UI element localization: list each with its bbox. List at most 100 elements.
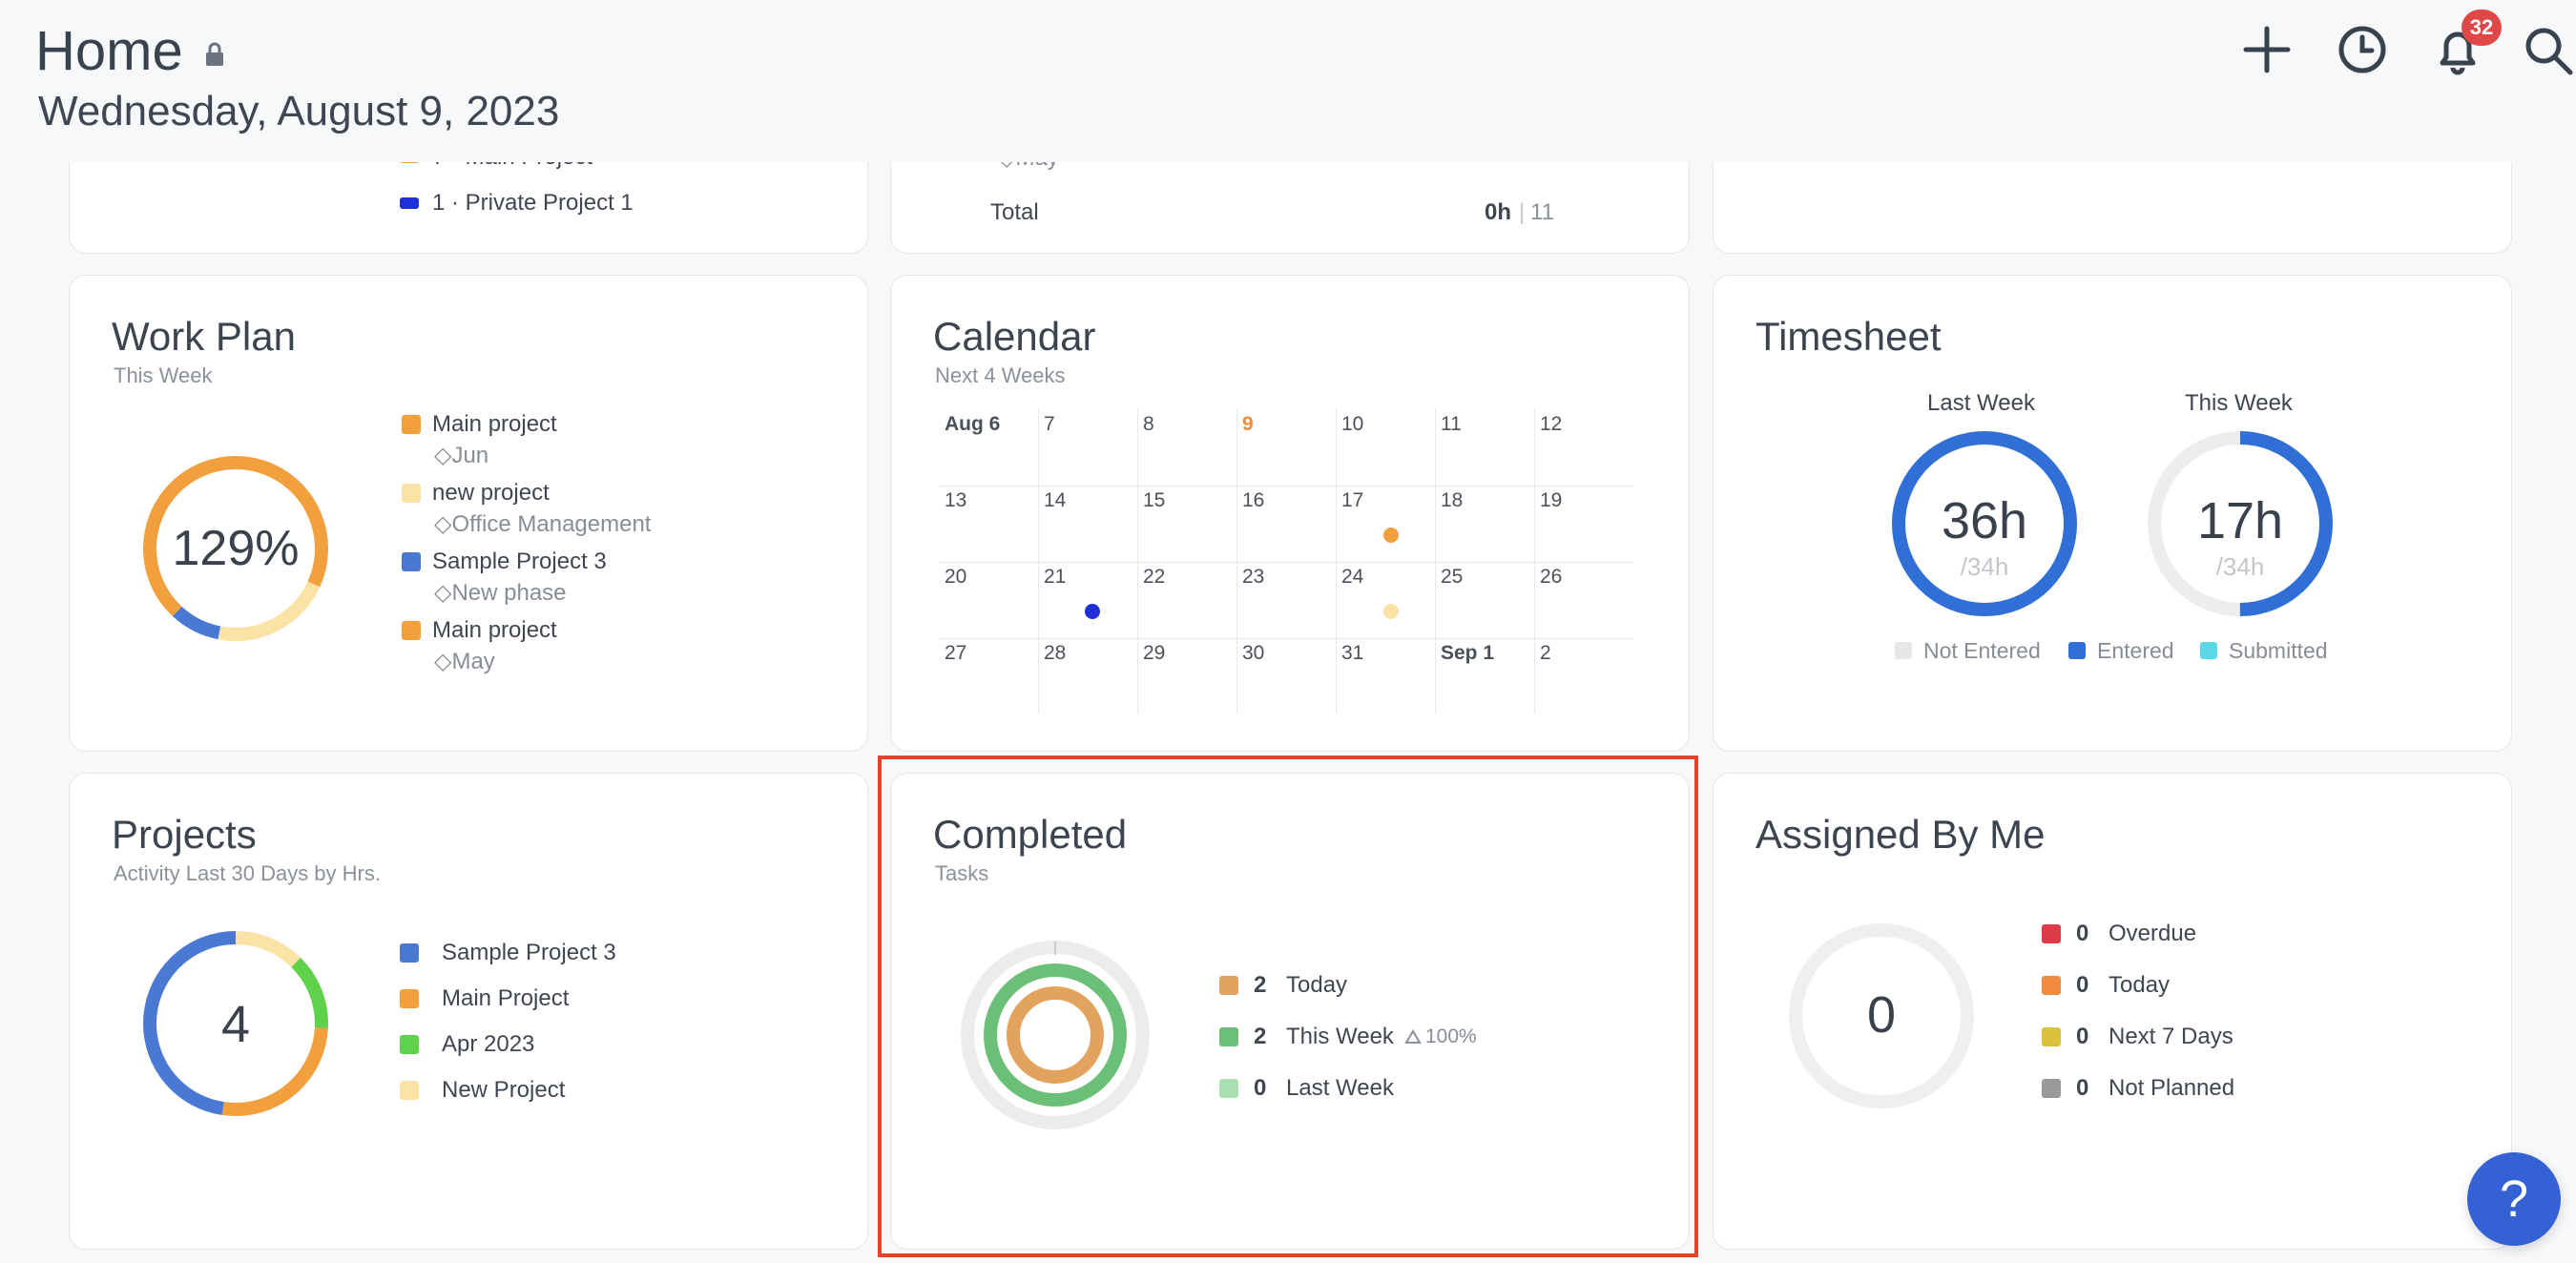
calendar-day[interactable]: 28 xyxy=(1044,642,1066,665)
legend-label[interactable]: Sample Project 3 xyxy=(432,549,607,575)
calendar-day[interactable]: 17 xyxy=(1341,489,1363,512)
card-title: Timesheet xyxy=(1755,314,1942,359)
work-plan-percent: 129% xyxy=(172,521,300,576)
not-planned-label[interactable]: Not Planned xyxy=(2109,1075,2234,1102)
event-dot[interactable] xyxy=(1383,604,1399,619)
legend-swatch xyxy=(2042,976,2061,995)
calendar-day[interactable]: 13 xyxy=(945,489,966,512)
help-button[interactable]: ? xyxy=(2467,1152,2561,1246)
event-dot[interactable] xyxy=(1085,604,1100,619)
legend-phase: ◇Jun xyxy=(434,443,489,468)
legend-label[interactable]: Main Project xyxy=(442,985,569,1012)
overdue-count: 0 xyxy=(2076,921,2089,946)
calendar-day[interactable]: 31 xyxy=(1341,642,1363,665)
last-week-label: Last Week xyxy=(1927,390,2035,416)
notification-badge: 32 xyxy=(2462,10,2502,46)
this-week-label: This Week xyxy=(2185,390,2293,416)
calendar-day[interactable]: 18 xyxy=(1441,489,1463,512)
calendar-day[interactable]: 25 xyxy=(1441,566,1463,589)
calendar-day[interactable]: 22 xyxy=(1143,566,1165,589)
legend-swatch xyxy=(402,484,421,503)
calendar-row-divider xyxy=(939,486,1633,487)
event-dot[interactable] xyxy=(1383,528,1399,543)
calendar-day[interactable]: 8 xyxy=(1143,413,1154,436)
selection-highlight xyxy=(878,756,1698,1257)
calendar-day[interactable]: 21 xyxy=(1044,566,1066,589)
calendar-row-divider xyxy=(939,562,1633,563)
calendar-day[interactable]: 27 xyxy=(945,642,966,665)
projects-card[interactable]: Projects Activity Last 30 Days by Hrs. 4… xyxy=(69,773,868,1250)
card-subtitle: Next 4 Weeks xyxy=(935,363,1066,387)
calendar-day[interactable]: 15 xyxy=(1143,489,1165,512)
legend-label[interactable]: Main project xyxy=(432,617,557,644)
legend-not-entered: Not Entered xyxy=(1923,638,2041,663)
legend-swatch xyxy=(402,552,421,571)
legend-swatch xyxy=(402,621,421,640)
calendar-day[interactable]: 2 xyxy=(1540,642,1551,665)
plus-icon[interactable] xyxy=(2238,21,2296,78)
calendar-day[interactable]: 14 xyxy=(1044,489,1066,512)
legend-label[interactable]: Apr 2023 xyxy=(442,1031,534,1058)
legend-phase: ◇Office Management xyxy=(434,511,652,537)
card-subtitle: Activity Last 30 Days by Hrs. xyxy=(114,861,381,885)
legend-swatch xyxy=(400,943,419,963)
legend-swatch xyxy=(2200,642,2217,659)
timesheet-card[interactable]: Timesheet Last Week 36h /34h This Week 1… xyxy=(1713,275,2512,752)
card-title: Projects xyxy=(112,812,257,857)
calendar-day[interactable]: 26 xyxy=(1540,566,1562,589)
legend-swatch xyxy=(400,197,419,209)
calendar-card[interactable]: Calendar Next 4 Weeks Aug 6 7 8 9 10 11 12 13 14… xyxy=(890,275,1690,752)
legend-label[interactable]: New Project xyxy=(442,1077,565,1104)
legend-label[interactable]: Sample Project 3 xyxy=(442,940,616,966)
calendar-day[interactable]: 10 xyxy=(1341,413,1363,436)
legend-label[interactable]: new project xyxy=(432,480,550,507)
clock-icon[interactable] xyxy=(2334,21,2391,78)
legend-swatch xyxy=(402,415,421,434)
calendar-day[interactable]: 24 xyxy=(1341,566,1363,589)
calendar-day[interactable]: Sep 1 xyxy=(1441,642,1494,665)
legend-swatch xyxy=(2042,1027,2061,1046)
search-icon[interactable] xyxy=(2519,21,2576,78)
calendar-day[interactable]: 11 xyxy=(1441,413,1462,436)
legend-swatch xyxy=(400,1035,419,1054)
calendar-day[interactable]: 23 xyxy=(1242,566,1264,589)
legend-entered: Entered xyxy=(2097,638,2174,663)
calendar-day[interactable]: 30 xyxy=(1242,642,1264,665)
not-planned-count: 0 xyxy=(2076,1075,2089,1101)
legend-swatch xyxy=(2068,642,2086,659)
total-planned: 11 xyxy=(1530,199,1554,225)
total-label: Total xyxy=(990,199,1039,225)
today-count: 0 xyxy=(2076,972,2089,998)
legend-phase: ◇New phase xyxy=(434,580,567,606)
calendar-row-divider xyxy=(939,638,1633,639)
total-separator: | xyxy=(1519,199,1526,225)
work-plan-card[interactable]: Work Plan This Week 129% Main project ◇J… xyxy=(69,275,868,752)
lock-icon xyxy=(206,42,223,66)
calendar-day[interactable]: 29 xyxy=(1143,642,1165,665)
this-week-hours: 17h xyxy=(2196,492,2284,549)
current-date: Wednesday, August 9, 2023 xyxy=(38,88,560,135)
calendar-day[interactable]: 12 xyxy=(1540,413,1562,436)
legend-swatch xyxy=(2042,1079,2061,1098)
calendar-day[interactable]: 20 xyxy=(945,566,966,589)
assigned-by-me-card[interactable]: Assigned By Me 0 0 Overdue 0 Today 0 Nex… xyxy=(1713,773,2512,1250)
page-title: Home xyxy=(35,20,183,82)
calendar-day[interactable]: 19 xyxy=(1540,489,1562,512)
this-week-target: /34h xyxy=(2215,552,2265,581)
projects-count: 4 xyxy=(220,996,251,1053)
next-7-days-label[interactable]: Next 7 Days xyxy=(2109,1024,2233,1050)
last-week-target: /34h xyxy=(1960,552,2009,581)
calendar-day[interactable]: 7 xyxy=(1044,413,1055,436)
calendar-day[interactable]: 9 xyxy=(1242,413,1254,436)
calendar-day[interactable]: 16 xyxy=(1242,489,1264,512)
today-label[interactable]: Today xyxy=(2109,972,2170,999)
overdue-label[interactable]: Overdue xyxy=(2109,921,2196,947)
calendar-day[interactable]: Aug 6 xyxy=(945,413,1000,436)
card-subtitle: This Week xyxy=(114,363,213,387)
card-title: Work Plan xyxy=(112,314,296,359)
legend-swatch xyxy=(2042,924,2061,943)
assigned-count: 0 xyxy=(1866,986,1897,1044)
legend-label[interactable]: Main project xyxy=(432,411,557,438)
total-entered: 0h xyxy=(1485,199,1512,225)
legend-submitted: Submitted xyxy=(2229,638,2328,663)
